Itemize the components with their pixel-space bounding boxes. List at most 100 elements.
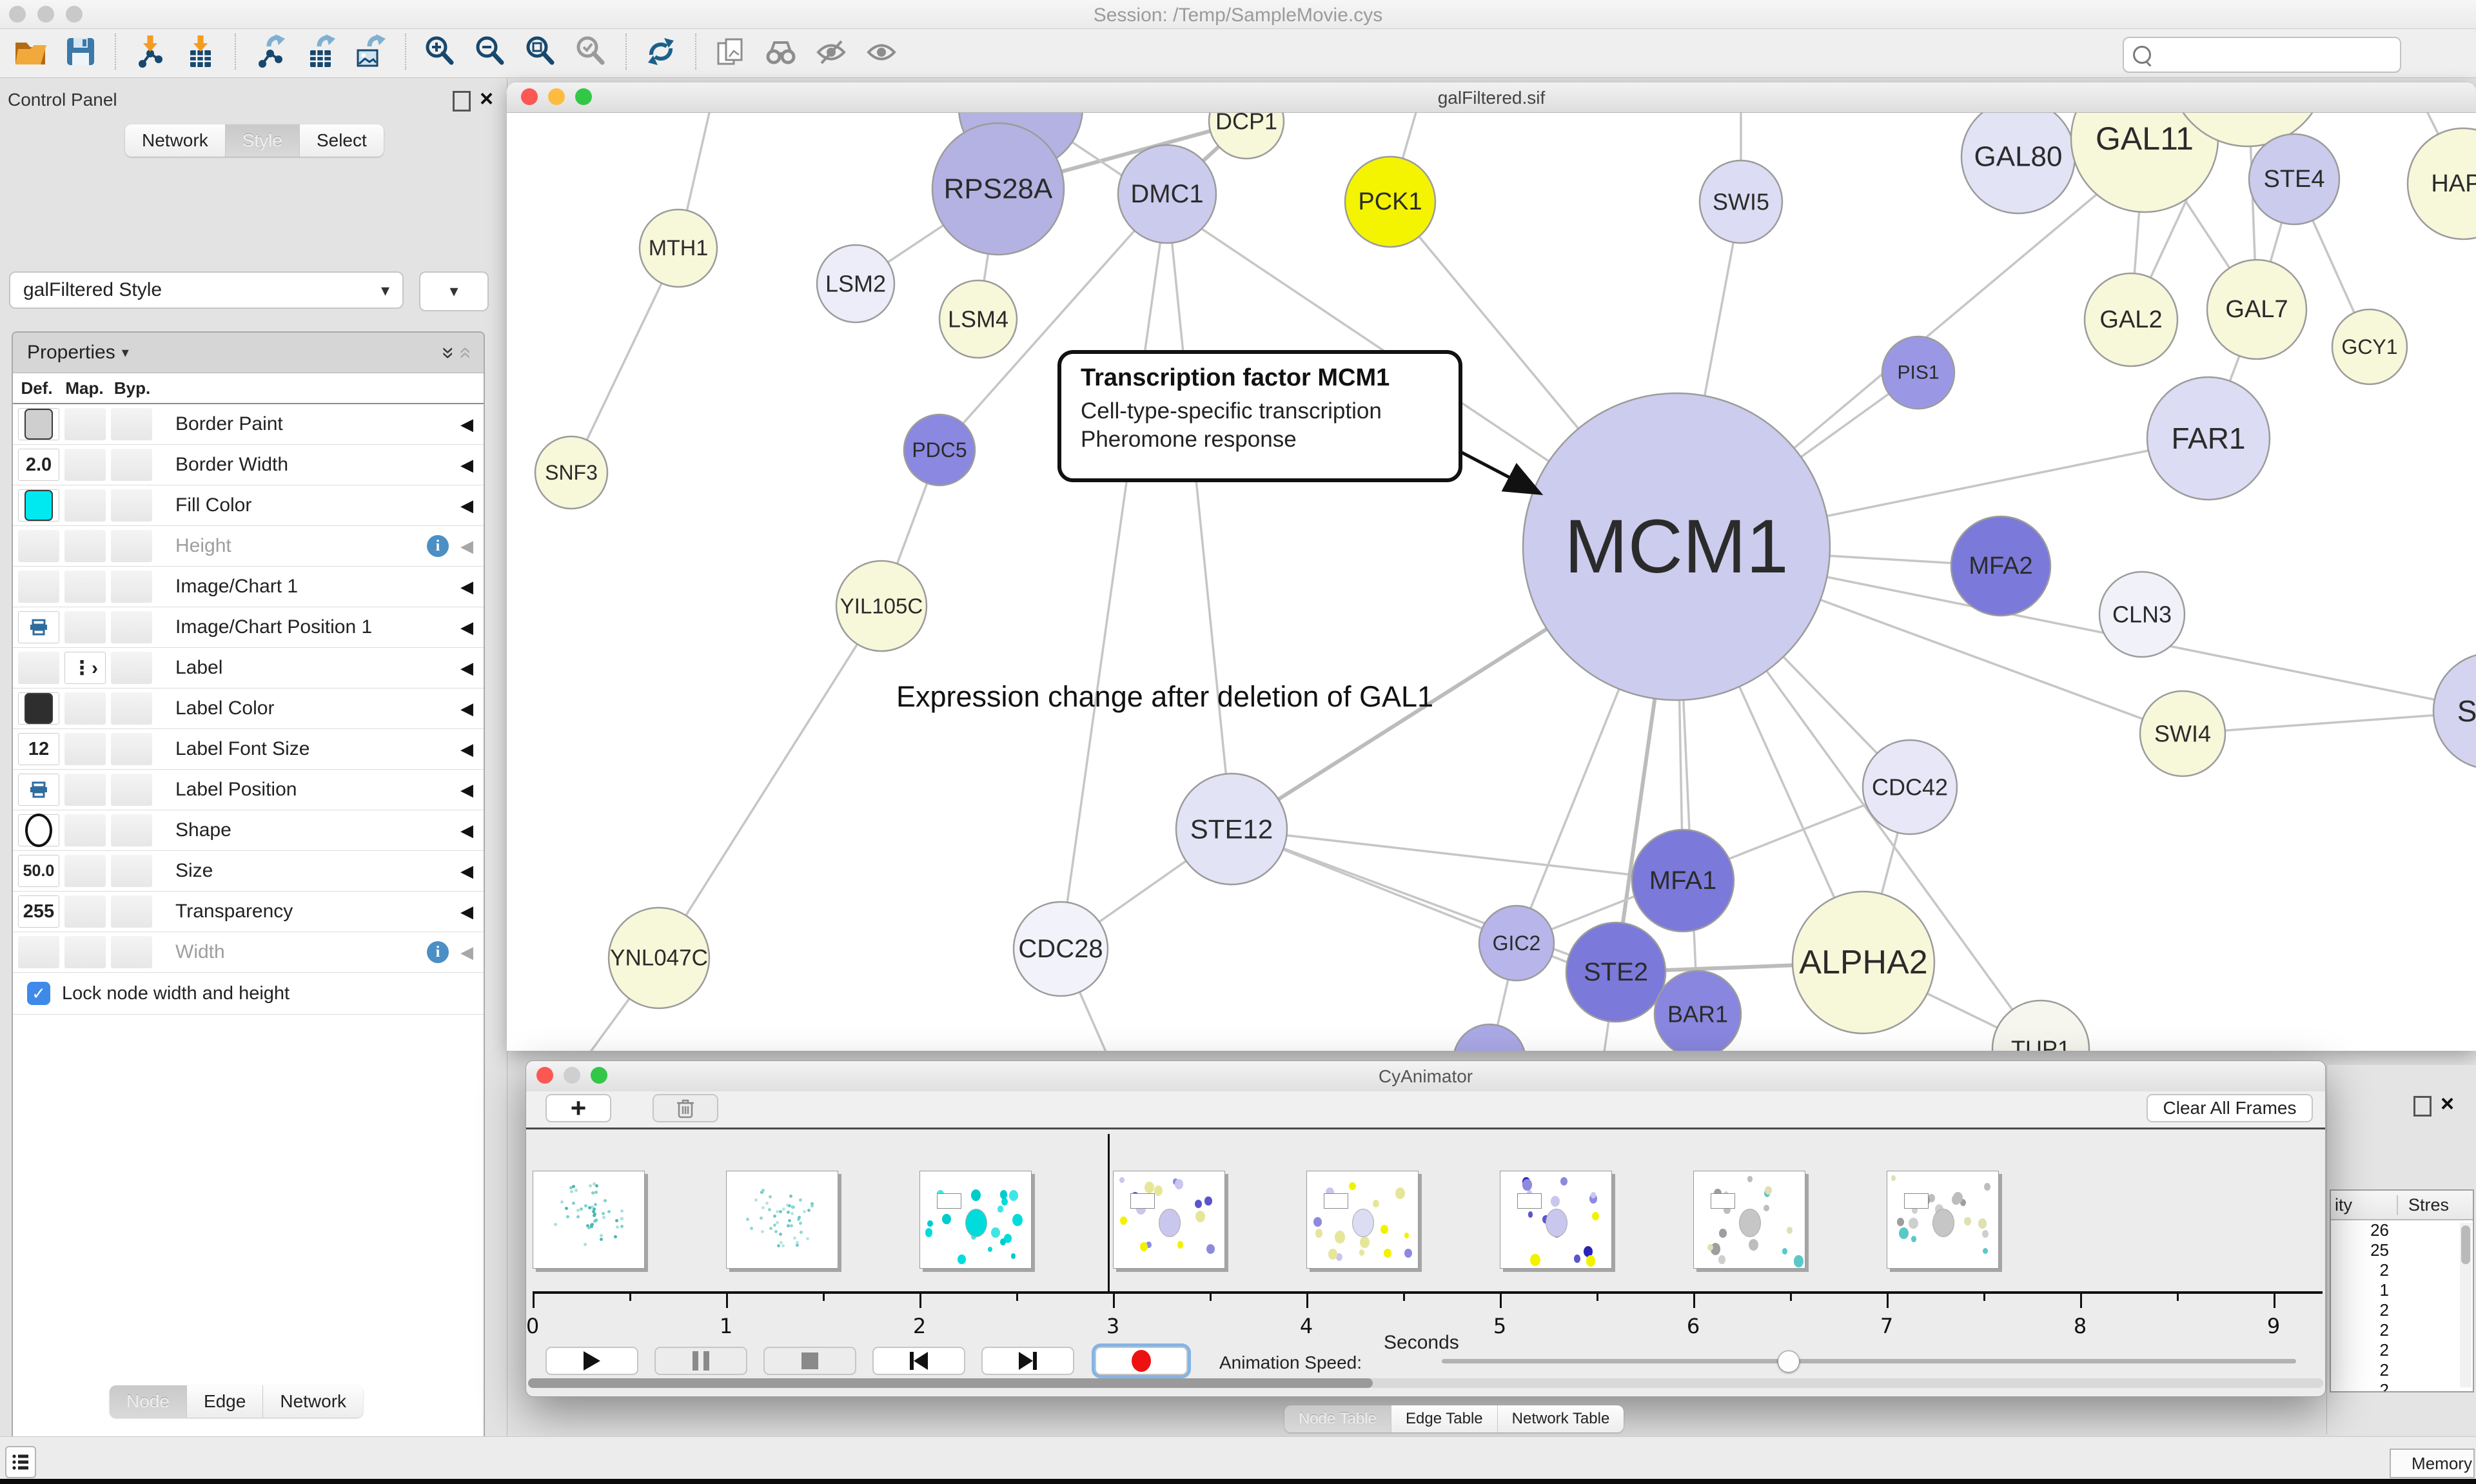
timeline-playhead[interactable] — [1108, 1134, 1110, 1291]
float-panel-icon[interactable] — [453, 91, 471, 112]
property-cell[interactable] — [64, 489, 106, 522]
horizontal-scrollbar[interactable] — [528, 1378, 2323, 1388]
property-cell[interactable] — [111, 733, 152, 765]
property-cell[interactable]: 50.0 — [18, 855, 59, 887]
property-cell[interactable] — [111, 855, 152, 887]
table-row[interactable]: 2 — [2331, 1300, 2473, 1320]
property-cell[interactable] — [64, 855, 106, 887]
expand-property-icon[interactable]: ◀ — [460, 496, 473, 516]
node-YNL047C[interactable]: YNL047C — [609, 908, 709, 1008]
property-cell[interactable] — [111, 895, 152, 928]
node-BAR1[interactable]: BAR1 — [1655, 971, 1741, 1051]
zoom-in-icon[interactable] — [422, 34, 458, 70]
frame-thumbnail-0[interactable] — [533, 1171, 645, 1269]
frame-thumbnail-1[interactable] — [726, 1171, 838, 1269]
tab-style[interactable]: Style — [226, 124, 300, 157]
float-panel-icon[interactable] — [2413, 1096, 2432, 1117]
property-row-image-chart-1[interactable]: Image/Chart 1◀ — [13, 567, 484, 607]
property-cell[interactable] — [111, 571, 152, 603]
property-row-fill-color[interactable]: Fill Color◀ — [13, 485, 484, 526]
property-cell[interactable] — [64, 611, 106, 643]
expand-property-icon[interactable]: ◀ — [460, 577, 473, 597]
property-row-border-width[interactable]: 2.0Border Width◀ — [13, 445, 484, 485]
frame-thumbnail-2[interactable] — [919, 1171, 1032, 1269]
network-canvas[interactable]: DCP1RPS28ADMC1PCK1MTH1LSM2LSM4SNF3PDC5YI… — [507, 113, 2476, 1051]
expand-property-icon[interactable]: ◀ — [460, 455, 473, 475]
close-panel-icon[interactable]: × — [2441, 1092, 2454, 1115]
property-cell[interactable] — [64, 895, 106, 928]
table-row[interactable]: 2 — [2331, 1340, 2473, 1360]
tab-network[interactable]: Network — [125, 124, 226, 157]
node-FAR1[interactable]: FAR1 — [2147, 377, 2270, 500]
property-row-size[interactable]: 50.0Size◀ — [13, 851, 484, 892]
property-cell[interactable] — [18, 692, 59, 725]
clear-all-frames-button[interactable]: Clear All Frames — [2147, 1094, 2313, 1122]
node-MCM1[interactable]: MCM1 — [1523, 393, 1830, 700]
duplicate-network-icon[interactable] — [712, 34, 749, 70]
info-icon[interactable]: i — [427, 941, 449, 963]
property-row-image-chart-position-1[interactable]: Image/Chart Position 1◀ — [13, 607, 484, 648]
property-row-border-paint[interactable]: Border Paint◀ — [13, 404, 484, 445]
property-row-width[interactable]: Widthi◀ — [13, 932, 484, 973]
property-cell[interactable] — [64, 774, 106, 806]
search-input[interactable] — [2157, 44, 2400, 66]
expand-property-icon[interactable]: ◀ — [460, 861, 473, 881]
node-DCP1[interactable]: DCP1 — [1209, 113, 1284, 159]
node-GAL7[interactable]: GAL7 — [2207, 260, 2306, 359]
property-cell[interactable] — [111, 489, 152, 522]
record-button[interactable] — [1095, 1347, 1188, 1375]
node-GCY1[interactable]: GCY1 — [2332, 309, 2407, 384]
table-row[interactable]: 1 — [2331, 1280, 2473, 1300]
node-GAL2[interactable]: GAL2 — [2085, 273, 2177, 366]
property-cell[interactable] — [18, 530, 59, 562]
node-LSM2[interactable]: LSM2 — [817, 245, 894, 322]
node-HAP2[interactable]: HAP2 — [2408, 128, 2476, 239]
save-session-icon[interactable] — [63, 34, 99, 70]
zoom-fit-icon[interactable] — [523, 34, 559, 70]
node-SWI4[interactable]: SWI4 — [2140, 691, 2225, 776]
table-row[interactable]: 2 — [2331, 1320, 2473, 1340]
property-cell[interactable] — [18, 936, 59, 968]
expand-property-icon[interactable]: ◀ — [460, 942, 473, 962]
property-cell[interactable]: 12 — [18, 733, 59, 765]
play-button[interactable] — [545, 1347, 638, 1375]
scrollbar-thumb[interactable] — [528, 1378, 1373, 1388]
node-STE12[interactable]: STE12 — [1176, 774, 1287, 884]
network-window-titlebar[interactable]: galFiltered.sif — [507, 83, 2476, 113]
export-network-icon[interactable] — [252, 34, 288, 70]
property-cell[interactable] — [18, 489, 59, 522]
frame-thumbnail-5[interactable] — [1500, 1171, 1612, 1269]
node-ALPHA2[interactable]: ALPHA2 — [1793, 892, 1934, 1033]
pause-button[interactable] — [654, 1347, 747, 1375]
close-panel-icon[interactable]: × — [480, 87, 493, 110]
frame-thumbnail-7[interactable] — [1887, 1171, 1999, 1269]
property-cell[interactable] — [111, 652, 152, 684]
node-TUP1[interactable]: TUP1 — [1992, 1001, 2089, 1051]
search-network-icon[interactable] — [763, 34, 799, 70]
frame-thumbnail-4[interactable] — [1306, 1171, 1419, 1269]
property-row-label-color[interactable]: Label Color◀ — [13, 688, 484, 729]
open-session-icon[interactable] — [12, 34, 48, 70]
search-field[interactable] — [2123, 37, 2401, 73]
property-cell[interactable] — [111, 936, 152, 968]
node-PIS1[interactable]: PIS1 — [1882, 337, 1954, 409]
annotation-box[interactable]: Transcription factor MCM1 Cell-type-spec… — [1057, 350, 1462, 482]
property-cell[interactable] — [111, 814, 152, 846]
delete-frame-button[interactable] — [653, 1094, 718, 1122]
node-DMC1[interactable]: DMC1 — [1118, 145, 1216, 243]
property-cell[interactable] — [18, 611, 59, 643]
export-image-icon[interactable] — [353, 34, 389, 70]
node-pp1[interactable] — [1453, 1024, 1526, 1051]
property-row-label[interactable]: ⋮›Label◀ — [13, 648, 484, 688]
expand-property-icon[interactable]: ◀ — [460, 780, 473, 800]
table-row[interactable]: 2 — [2331, 1260, 2473, 1280]
table-row[interactable]: 26 — [2331, 1220, 2473, 1240]
tab-network-table[interactable]: Network Table — [1498, 1405, 1624, 1432]
node-PCK1[interactable]: PCK1 — [1345, 157, 1435, 247]
property-cell[interactable] — [111, 530, 152, 562]
property-row-label-position[interactable]: Label Position◀ — [13, 770, 484, 810]
property-cell[interactable] — [18, 408, 59, 440]
style-selector[interactable]: galFiltered Style ▾ — [9, 271, 404, 309]
node-STE2[interactable]: STE2 — [1566, 923, 1665, 1022]
expand-property-icon[interactable]: ◀ — [460, 536, 473, 556]
